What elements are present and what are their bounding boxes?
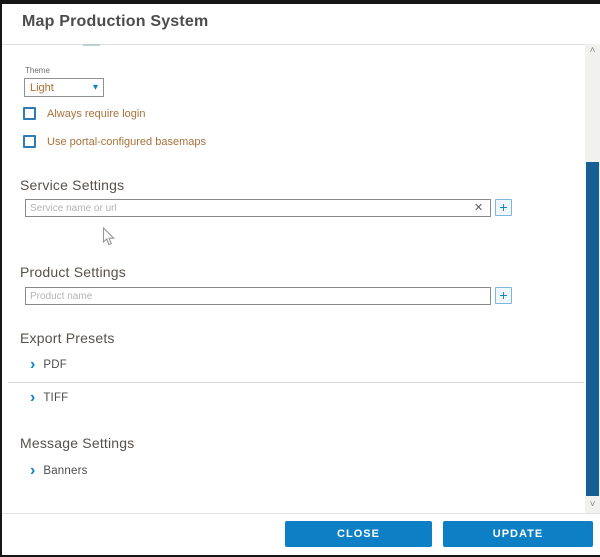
- footer-divider: [2, 513, 600, 514]
- checkbox-use-portal-basemaps[interactable]: [23, 135, 36, 148]
- chevron-down-icon: ▾: [93, 83, 103, 93]
- message-banners-row[interactable]: › Banners: [30, 463, 88, 479]
- clear-icon[interactable]: ✕: [474, 201, 483, 215]
- export-preset-label: TIFF: [43, 392, 68, 404]
- dialog-title: Map Production System: [22, 13, 208, 31]
- export-presets-heading: Export Presets: [20, 330, 115, 346]
- theme-select[interactable]: Light ▾: [24, 78, 104, 97]
- theme-label: Theme: [25, 66, 50, 75]
- close-button[interactable]: CLOSE: [285, 521, 432, 547]
- chevron-right-icon: ›: [30, 391, 35, 405]
- export-preset-tiff-row[interactable]: › TIFF: [30, 390, 68, 406]
- checkbox-label-use-portal-basemaps: Use portal-configured basemaps: [47, 136, 206, 148]
- product-name-input[interactable]: [25, 287, 491, 305]
- message-settings-heading: Message Settings: [20, 435, 134, 451]
- add-product-button[interactable]: +: [495, 287, 512, 304]
- theme-select-value: Light: [25, 82, 93, 94]
- plus-icon: +: [499, 199, 507, 215]
- export-preset-pdf-row[interactable]: › PDF: [30, 357, 67, 373]
- chevron-right-icon: ›: [30, 358, 35, 372]
- scroll-up-icon[interactable]: ˄: [585, 44, 600, 59]
- add-service-button[interactable]: +: [495, 199, 512, 216]
- plus-icon: +: [499, 287, 507, 303]
- scrollbar-thumb[interactable]: [586, 162, 599, 496]
- message-setting-label: Banners: [43, 465, 87, 477]
- vertical-scrollbar[interactable]: ˄ ˅: [585, 44, 600, 513]
- export-preset-label: PDF: [43, 359, 67, 371]
- checkbox-always-require-login[interactable]: [23, 107, 36, 120]
- service-settings-heading: Service Settings: [20, 177, 124, 193]
- mouse-cursor-icon: [102, 227, 116, 247]
- chevron-right-icon: ›: [30, 464, 35, 478]
- service-name-input[interactable]: [25, 199, 491, 217]
- scroll-down-icon[interactable]: ˅: [585, 498, 600, 513]
- checkbox-label-always-require-login: Always require login: [47, 108, 145, 120]
- preset-divider: [8, 382, 584, 383]
- window-frame-top: [0, 0, 600, 4]
- window-frame-left: [0, 0, 2, 557]
- product-settings-heading: Product Settings: [20, 264, 126, 280]
- divider-highlight: [83, 44, 100, 46]
- update-button[interactable]: UPDATE: [443, 521, 593, 547]
